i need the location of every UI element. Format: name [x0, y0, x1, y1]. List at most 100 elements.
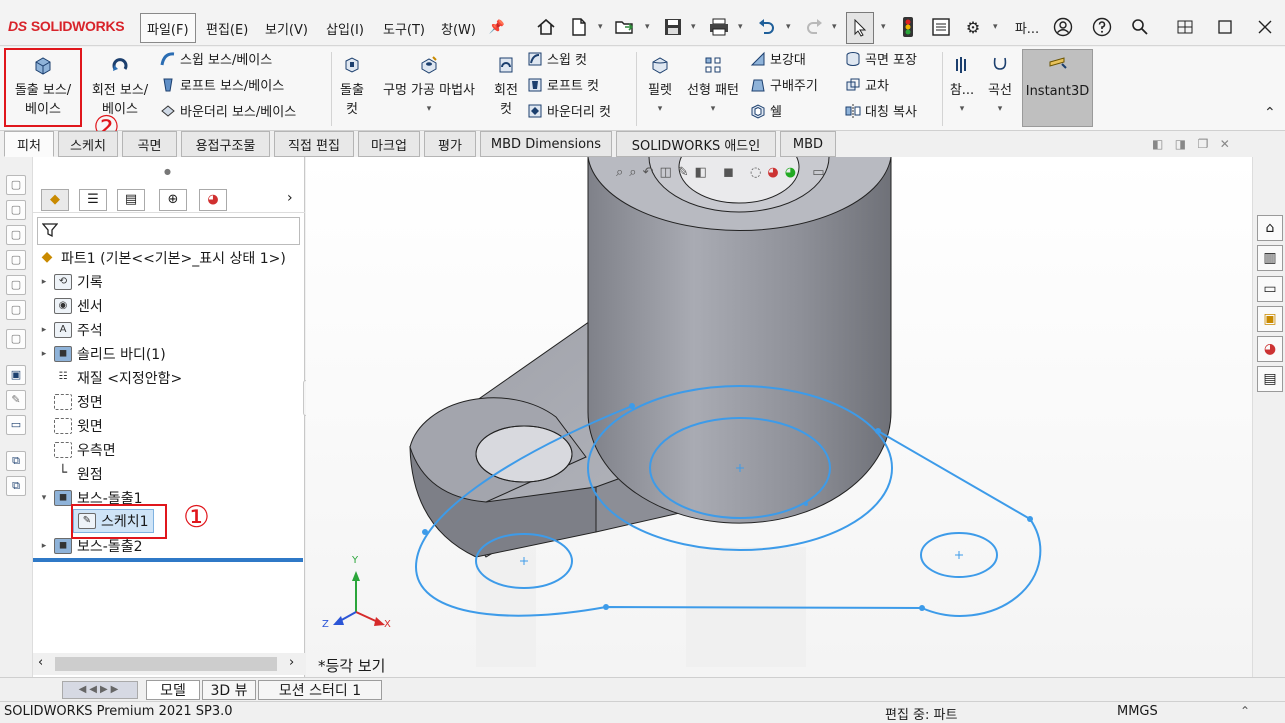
tree-root-part[interactable]: ◆ 파트1 (기본<<기본>_표시 상태 1>) [35, 246, 286, 270]
home-icon[interactable] [533, 14, 559, 40]
expander-icon[interactable]: ▸ [37, 349, 51, 359]
scroll-right-icon[interactable]: › [289, 655, 294, 670]
redo-icon[interactable] [802, 14, 828, 40]
hole-wizard-button[interactable]: 구멍 가공 마법사 ▾ [373, 55, 485, 119]
mirror-button[interactable]: 대칭 복사 [845, 102, 917, 124]
tree-item-boss-extrude2[interactable]: ▸ ◼ 보스-돌출2 [37, 534, 142, 558]
redo-dropdown-icon[interactable]: ▾ [832, 22, 837, 32]
tab-motion-study[interactable]: 모션 스터디 1 [258, 680, 382, 700]
open-dropdown-icon[interactable]: ▾ [645, 22, 650, 32]
tree-filter-field[interactable] [37, 217, 300, 245]
tree-item-annotations[interactable]: ▸ A 주석 [37, 318, 103, 342]
expander-icon[interactable]: ▸ [37, 325, 51, 335]
scrollbar-thumb[interactable] [55, 657, 277, 671]
doc-window-icons[interactable]: ◧ ◨ ❐ ✕ [1152, 137, 1230, 151]
display-style-icon[interactable]: ◼ [723, 165, 740, 180]
menu-insert[interactable]: 삽입(I) [320, 13, 370, 43]
configuration-manager-tab-icon[interactable]: ▤ [117, 189, 145, 211]
display-manager-tab-icon[interactable]: ◕ [199, 189, 227, 211]
select-tool-icon[interactable]: ▣ [6, 365, 26, 385]
tree-item-material[interactable]: ☷ 재질 <지정안함> [37, 366, 183, 390]
menu-view[interactable]: 보기(V) [259, 13, 314, 43]
view-orientation-icon[interactable]: ▢ [6, 225, 26, 245]
expander-icon[interactable]: ▸ [37, 541, 51, 551]
graphics-viewport[interactable]: Y X Z *등각 보기 ⌕⌕↶◫✎◧ ◼ ◌◕◕ ▭ [306, 157, 1252, 677]
swept-cut-button[interactable]: 스윕 컷 [527, 50, 587, 72]
wrap-button[interactable]: 곡면 포장 [845, 50, 917, 72]
copy-icon[interactable]: ⧉ [6, 451, 26, 471]
extrude-cut-button[interactable]: 돌출 컷 [335, 55, 369, 119]
dimxpert-tab-icon[interactable]: ⊕ [159, 189, 187, 211]
save-icon[interactable] [660, 14, 686, 40]
tab-scroll-controls[interactable]: ◀◀▶▶ [62, 681, 138, 699]
rollback-bar[interactable] [33, 558, 303, 562]
expander-icon[interactable]: ▸ [37, 277, 51, 287]
heads-up-view-toolbar[interactable]: ⌕⌕↶◫✎◧ ◼ ◌◕◕ ▭ [616, 165, 976, 187]
section-view-icon[interactable]: ▢ [6, 200, 26, 220]
tree-item-solid-bodies[interactable]: ▸ ◼ 솔리드 바디(1) [37, 342, 166, 366]
appearances-icon[interactable]: ◕ [1257, 336, 1283, 362]
edit-appearance-icon[interactable]: ◕ [767, 165, 784, 180]
select-arrow-icon[interactable] [846, 12, 874, 44]
pin-icon[interactable]: 📌 [484, 14, 510, 40]
help-icon[interactable] [1089, 14, 1115, 40]
tree-item-history[interactable]: ▸ ⟲ 기록 [37, 270, 103, 294]
new-doc-dropdown-icon[interactable]: ▾ [598, 22, 603, 32]
menu-file[interactable]: 파일(F) [140, 13, 196, 43]
apply-scene-icon[interactable]: ◕ [785, 165, 802, 180]
solidworks-resources-icon[interactable]: ⌂ [1257, 215, 1283, 241]
menu-tools[interactable]: 도구(T) [377, 13, 431, 43]
feature-manager-tab-icon[interactable]: ◆ [41, 189, 69, 211]
print-icon[interactable] [706, 14, 732, 40]
view-settings-icon[interactable]: ▭ [812, 165, 830, 180]
reference-geometry-button[interactable]: 참... ▾ [946, 55, 978, 119]
tab-sketch[interactable]: 스케치 [58, 131, 118, 157]
fillet-button[interactable]: 필렛 ▾ [640, 55, 680, 119]
unit-system-label[interactable]: MMGS [1117, 704, 1158, 719]
hide-show-icon[interactable]: ▢ [6, 175, 26, 195]
shell-button[interactable]: 쉘 [750, 102, 782, 124]
scroll-left-icon[interactable]: ‹ [38, 655, 43, 670]
instant3d-button[interactable]: Instant3D [1022, 49, 1093, 127]
tab-model[interactable]: 모델 [146, 680, 200, 700]
revolve-cut-button[interactable]: 회전 컷 [489, 55, 523, 119]
select-dropdown-icon[interactable]: ▾ [881, 22, 886, 32]
linear-pattern-dropdown-icon[interactable]: ▾ [682, 100, 744, 119]
collapse-ribbon-icon[interactable]: ⌃ [1264, 105, 1276, 121]
tree-item-front-plane[interactable]: 정면 [37, 390, 103, 414]
design-library-icon[interactable]: ▥ [1257, 245, 1283, 271]
maximize-icon[interactable] [1205, 12, 1245, 42]
status-bar-icons[interactable]: ⌃ [1240, 704, 1250, 718]
file-explorer-icon[interactable]: ▭ [1257, 276, 1283, 302]
fillet-dropdown-icon[interactable]: ▾ [640, 100, 680, 119]
tab-solidworks-addins[interactable]: SOLIDWORKS 애드인 [616, 131, 776, 157]
menu-edit[interactable]: 편집(E) [200, 13, 254, 43]
tab-evaluate[interactable]: 평가 [424, 131, 476, 157]
display-style-icon[interactable]: ▢ [6, 250, 26, 270]
tab-direct-editing[interactable]: 직접 편집 [274, 131, 354, 157]
close-icon[interactable] [1245, 12, 1285, 42]
panel-tabs-more-icon[interactable]: › [287, 190, 293, 206]
edit-appearance-icon[interactable]: ▢ [6, 275, 26, 295]
previous-view-icon[interactable]: ↶ [643, 165, 660, 180]
overflow-menu[interactable]: 파... [1010, 14, 1044, 40]
view-settings-icon[interactable]: ▢ [6, 329, 26, 349]
curves-dropdown-icon[interactable]: ▾ [982, 100, 1018, 119]
file-properties-icon[interactable] [928, 14, 954, 40]
swept-boss-button[interactable]: 스윕 보스/베이스 [160, 50, 272, 72]
undo-icon[interactable] [753, 14, 779, 40]
tab-features[interactable]: 피처 [4, 131, 54, 157]
hide-show-items-icon[interactable]: ◌ [750, 165, 767, 180]
tree-item-sensors[interactable]: ◉ 센서 [37, 294, 103, 318]
tab-mbd-dimensions[interactable]: MBD Dimensions [480, 131, 612, 157]
horizontal-scrollbar[interactable]: ‹ › [33, 653, 305, 675]
solidworks-logo[interactable]: DS SOLIDWORKS [8, 18, 125, 34]
custom-properties-icon[interactable]: ▤ [1257, 366, 1283, 392]
intersect-button[interactable]: 교차 [845, 76, 889, 98]
expander-icon[interactable]: ▾ [37, 493, 51, 503]
traffic-light-icon[interactable] [895, 14, 921, 40]
scene-icon[interactable]: ▢ [6, 300, 26, 320]
options-dropdown-icon[interactable]: ▾ [993, 22, 998, 32]
new-doc-icon[interactable] [566, 14, 592, 40]
dynamic-annotation-icon[interactable]: ✎ [678, 165, 695, 180]
